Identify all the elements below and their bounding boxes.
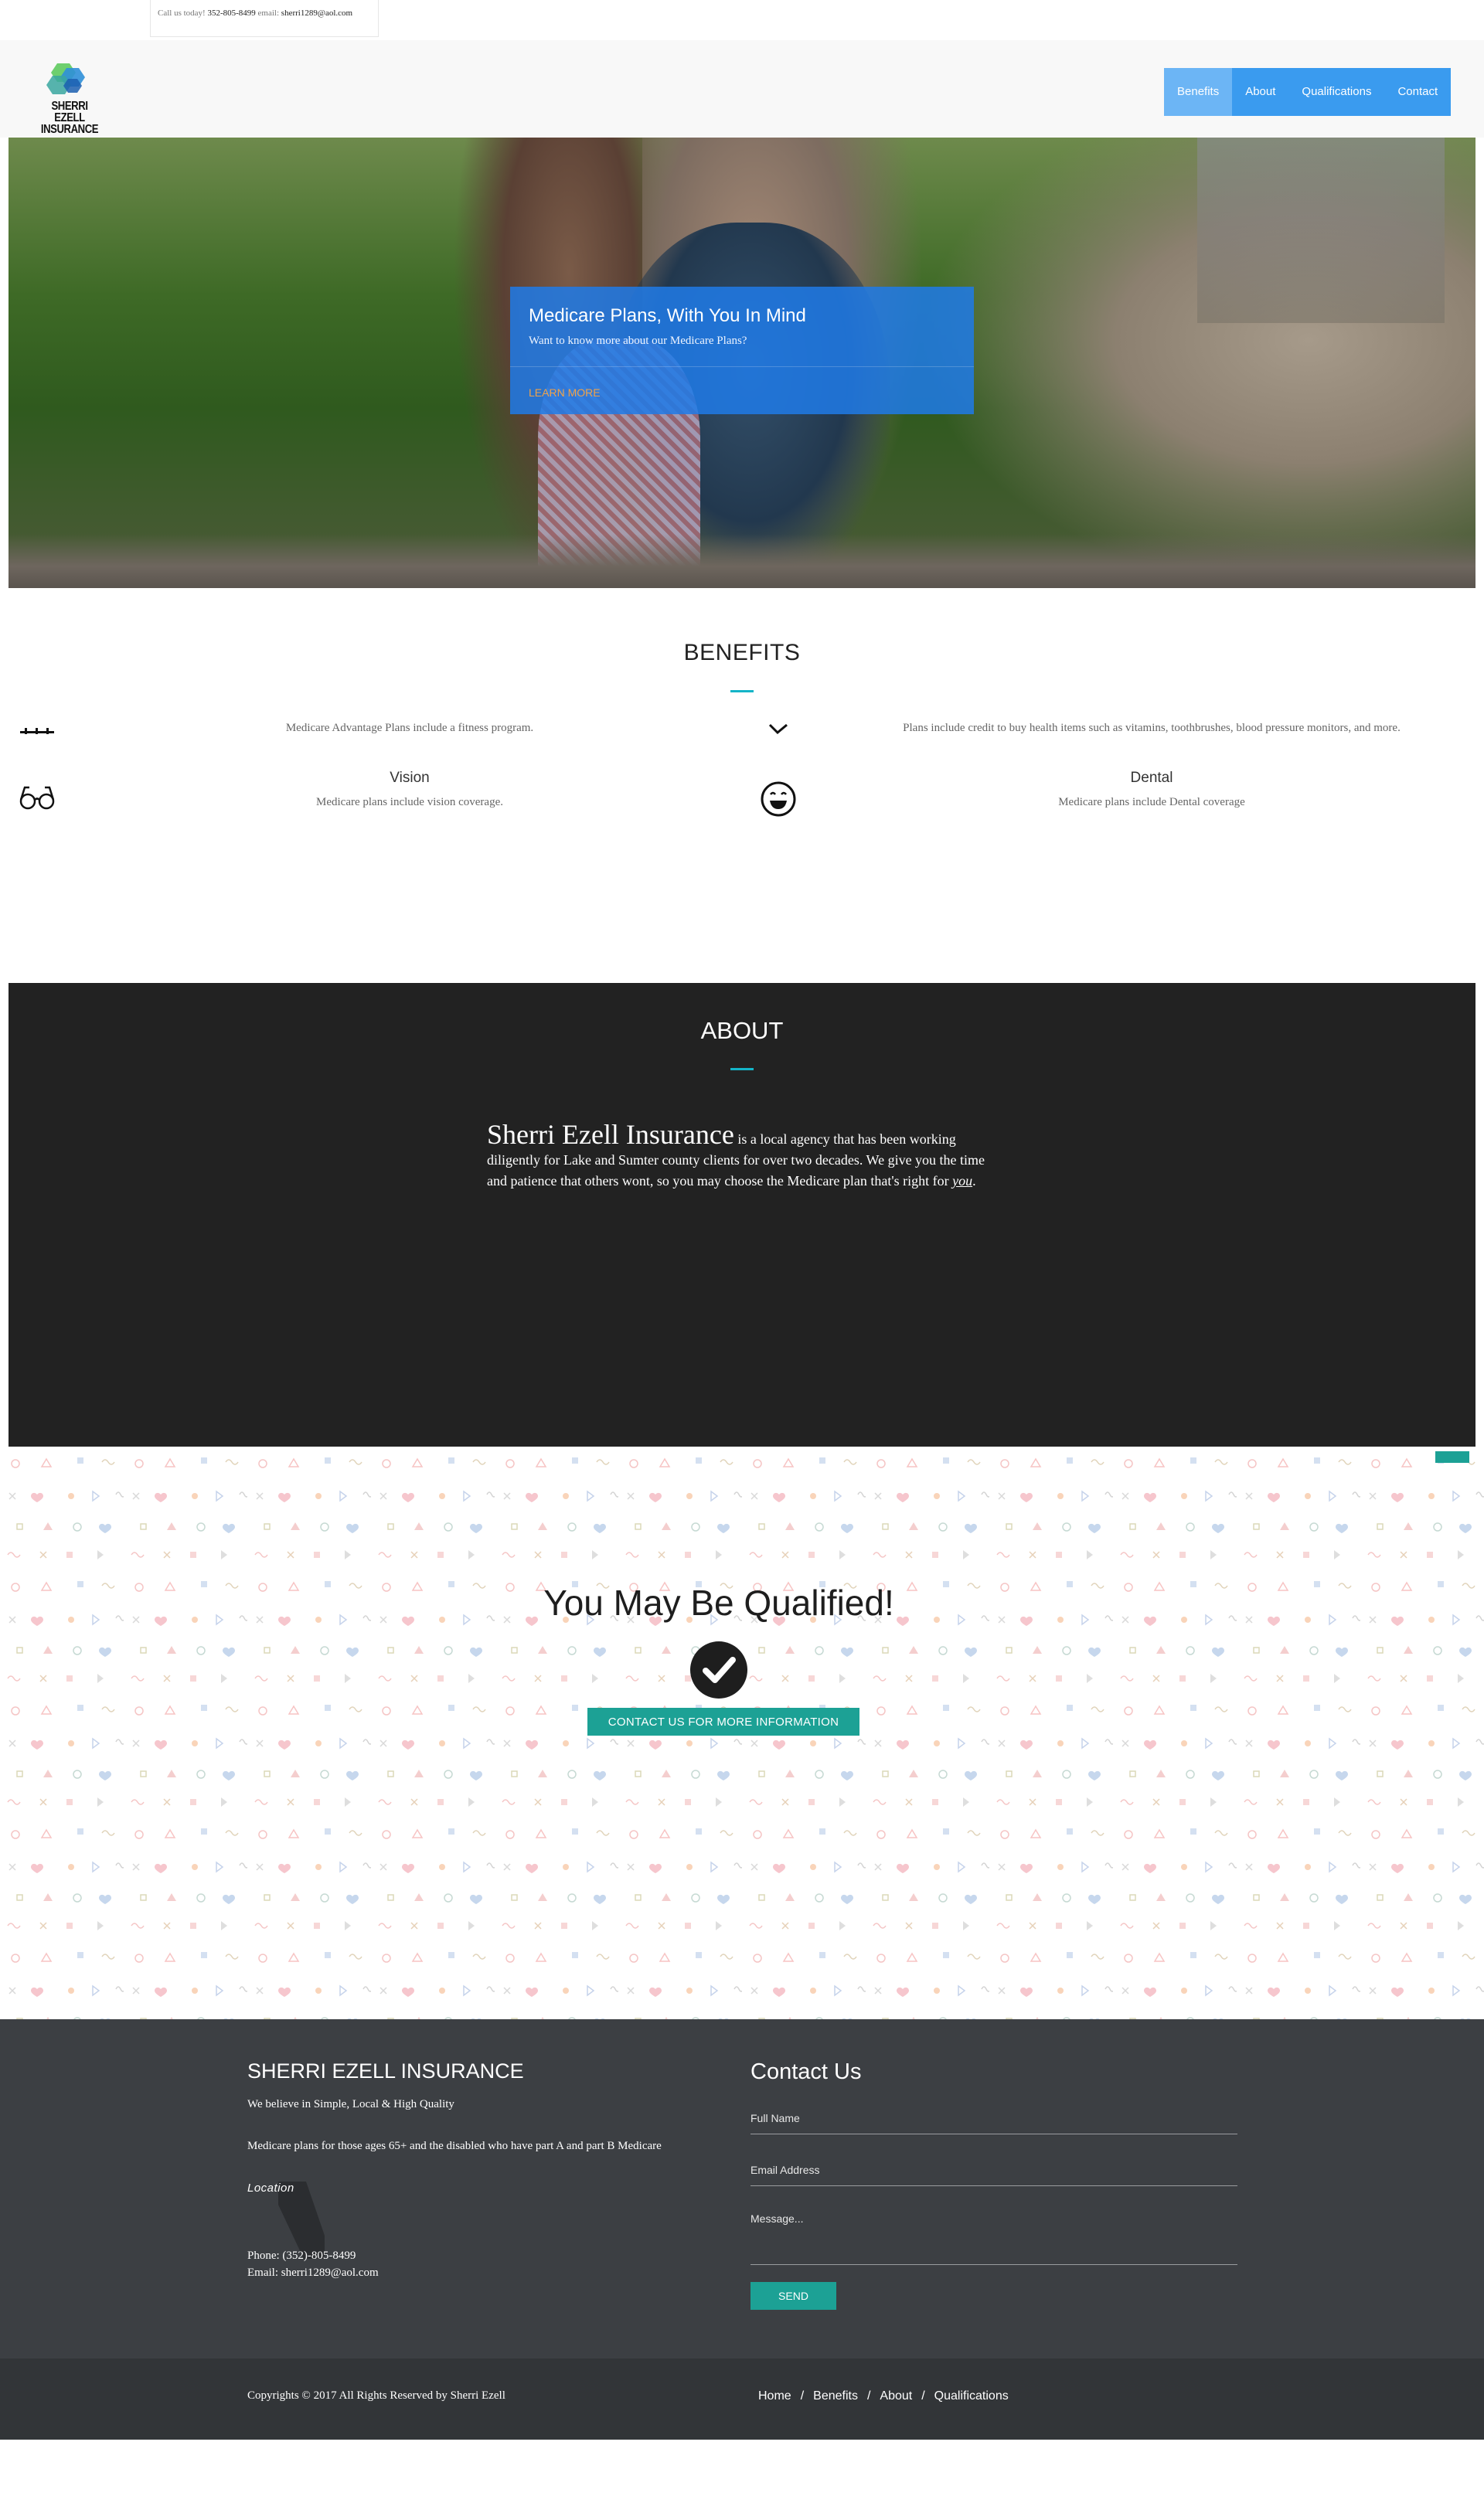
footer-nav-separator: / bbox=[921, 2389, 925, 2403]
benefits-clipped-row: Medicare Advantage Plans include a fitne… bbox=[0, 711, 1484, 734]
copyright-text: Copyrights © 2017 All Rights Reserved by… bbox=[247, 2389, 505, 2402]
contact-more-info-button[interactable]: CONTACT US FOR MORE INFORMATION bbox=[587, 1708, 859, 1736]
send-button[interactable]: SEND bbox=[751, 2282, 836, 2310]
phone-link[interactable]: 352-805-8499 bbox=[207, 9, 255, 18]
benefits-accent-line bbox=[730, 690, 754, 692]
learn-more-link[interactable]: LEARN MORE bbox=[529, 386, 601, 399]
site-footer: SHERRI EZELL INSURANCE We believe in Sim… bbox=[0, 2019, 1484, 2358]
nav-contact[interactable]: Contact bbox=[1384, 68, 1451, 116]
footer-brand: SHERRI EZELL INSURANCE bbox=[247, 2059, 524, 2083]
footer-link-qualifications[interactable]: Qualifications bbox=[934, 2389, 1009, 2403]
hero-title: Medicare Plans, With You In Mind bbox=[529, 305, 806, 326]
footer-link-home[interactable]: Home bbox=[758, 2389, 791, 2403]
about-paragraph: Sherri Ezell Insurance is a local agency… bbox=[487, 1119, 985, 1189]
logo[interactable]: SHERRI EZELL INSURANCE bbox=[31, 62, 108, 136]
call-label: Call us today! bbox=[158, 9, 206, 18]
footer-nav-separator: / bbox=[800, 2389, 805, 2403]
about-section: ABOUT Sherri Ezell Insurance is a local … bbox=[9, 983, 1475, 1447]
vision-title: Vision bbox=[390, 770, 430, 786]
nav-benefits[interactable]: Benefits bbox=[1164, 68, 1233, 116]
email-field[interactable] bbox=[751, 2160, 1237, 2186]
nav-about[interactable]: About bbox=[1232, 68, 1288, 116]
footer-link-benefits[interactable]: Benefits bbox=[813, 2389, 858, 2403]
footer-description: Medicare plans for those ages 65+ and th… bbox=[247, 2140, 662, 2152]
dental-desc: Medicare plans include Dental coverage bbox=[1058, 796, 1245, 808]
glasses-icon bbox=[19, 786, 55, 810]
contact-heading: Contact Us bbox=[751, 2059, 862, 2084]
benefits-heading: BENEFITS bbox=[683, 640, 801, 665]
message-field[interactable] bbox=[751, 2212, 1237, 2265]
nav-qualifications[interactable]: Qualifications bbox=[1288, 68, 1384, 116]
footer-nav-separator: / bbox=[866, 2389, 871, 2403]
about-heading: ABOUT bbox=[700, 1017, 784, 1044]
email-label: email: bbox=[257, 9, 280, 18]
qualified-heading: You May Be Qualified! bbox=[543, 1583, 894, 1623]
footer-link-about[interactable]: About bbox=[880, 2389, 912, 2403]
footer-nav: Home / Benefits / About / Qualifications bbox=[758, 2389, 1009, 2403]
bottom-bar: Copyrights © 2017 All Rights Reserved by… bbox=[0, 2358, 1484, 2440]
full-name-field[interactable] bbox=[751, 2109, 1237, 2134]
logo-hexagon-icon bbox=[46, 63, 85, 94]
about-brand-name: Sherri Ezell Insurance bbox=[487, 1119, 734, 1150]
vision-desc: Medicare plans include vision coverage. bbox=[316, 796, 503, 808]
dental-title: Dental bbox=[1130, 770, 1173, 786]
checkmark-icon bbox=[690, 1641, 747, 1699]
logo-text: SHERRI EZELL INSURANCE bbox=[40, 100, 99, 136]
fitness-desc: Medicare Advantage Plans include a fitne… bbox=[285, 722, 534, 734]
health-items-desc: Plans include credit to buy health items… bbox=[903, 722, 1401, 734]
footer-phone: Phone: (352)-805-8499 bbox=[247, 2250, 356, 2262]
footer-tagline: We believe in Simple, Local & High Quali… bbox=[247, 2098, 454, 2110]
scroll-to-top-button[interactable] bbox=[1435, 1451, 1469, 1463]
smile-icon bbox=[761, 781, 796, 817]
email-link[interactable]: sherri1289@aol.com bbox=[281, 9, 352, 18]
footer-email: Email: sherri1289@aol.com bbox=[247, 2267, 379, 2279]
hero-divider bbox=[510, 366, 974, 367]
main-nav: Benefits About Qualifications Contact bbox=[1164, 68, 1452, 116]
health-items-icon bbox=[768, 723, 788, 734]
hero-photo-rock bbox=[9, 534, 1475, 588]
site-header: SHERRI EZELL INSURANCE Benefits About Qu… bbox=[0, 40, 1484, 138]
hero-background-monastery bbox=[1197, 138, 1445, 323]
fitness-icon bbox=[20, 728, 54, 734]
about-emphasis: you bbox=[952, 1173, 973, 1189]
contact-info: Call us today! 352-805-8499 email: sherr… bbox=[150, 0, 379, 37]
about-accent-line bbox=[730, 1068, 754, 1070]
location-label: Location bbox=[247, 2182, 294, 2195]
hero-caption-card: Medicare Plans, With You In Mind Want to… bbox=[510, 287, 974, 414]
qualified-section: You May Be Qualified! CONTACT US FOR MOR… bbox=[0, 1447, 1484, 2019]
top-contact-bar: Call us today! 352-805-8499 email: sherr… bbox=[0, 0, 1484, 40]
hero-subtitle: Want to know more about our Medicare Pla… bbox=[529, 335, 747, 347]
